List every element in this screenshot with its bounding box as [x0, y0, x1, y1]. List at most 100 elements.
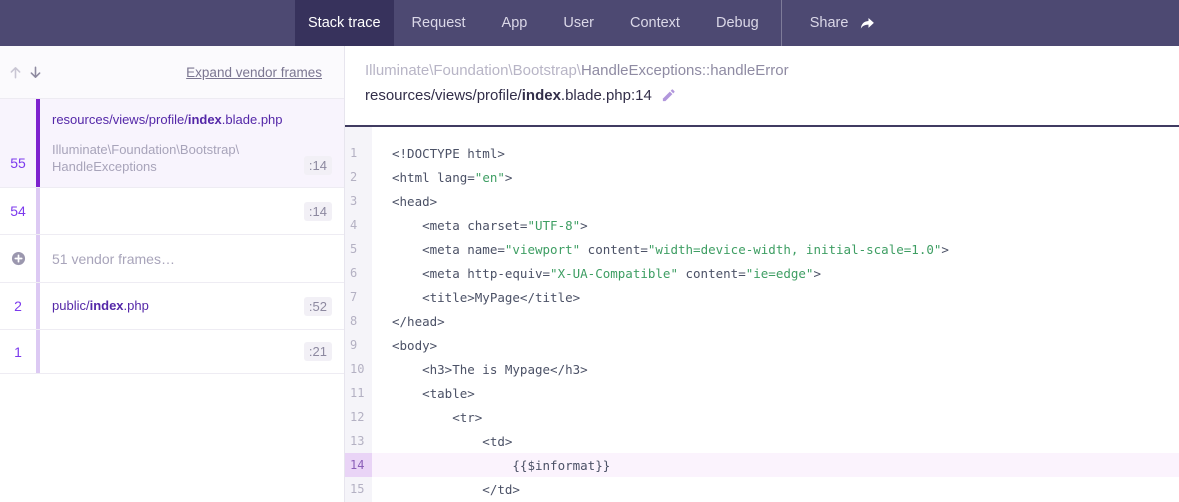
code-line-3: 3<head>	[345, 189, 1179, 213]
code-line-6: 6 <meta http-equiv="X-UA-Compatible" con…	[345, 261, 1179, 285]
gutter-cell	[345, 127, 372, 141]
nav-tabs: Stack traceRequestAppUserContextDebug	[295, 0, 777, 46]
frame-header: Illuminate\Foundation\Bootstrap\HandleEx…	[345, 46, 1179, 125]
tab-user[interactable]: User	[545, 0, 612, 46]
file-path-prefix: resources/views/profile/	[365, 87, 522, 104]
code-line-4: 4 <meta charset="UTF-8">	[345, 213, 1179, 237]
frame-content: :21	[40, 330, 344, 373]
frame-meta: public/index.php:52	[52, 297, 332, 316]
share-button[interactable]: Share	[781, 0, 897, 46]
code-text: <html lang="en">	[372, 165, 1179, 189]
vendor-frames-row[interactable]: 51 vendor frames…	[0, 235, 344, 283]
code-token: <meta name=	[392, 242, 505, 257]
code-token: <td>	[392, 434, 512, 449]
frame-number: 55	[0, 99, 36, 187]
frame-file-path: resources/views/profile/index.blade.php	[52, 112, 332, 128]
code-line-5: 5 <meta name="viewport" content="width=d…	[345, 237, 1179, 261]
frames-list: 55resources/views/profile/index.blade.ph…	[0, 99, 344, 374]
forward-arrow-icon	[859, 15, 876, 32]
stack-frame-1[interactable]: 1 :21	[0, 330, 344, 374]
code-token: <head>	[392, 194, 437, 209]
tab-stack-trace[interactable]: Stack trace	[295, 0, 394, 46]
code-line-15: 15 </td>	[345, 477, 1179, 501]
code-line-2: 2<html lang="en">	[345, 165, 1179, 189]
class-namespace: Illuminate\Foundation\Bootstrap\	[365, 62, 581, 79]
frame-number: 54	[0, 188, 36, 234]
code-token: >	[941, 242, 949, 257]
arrow-up-icon[interactable]	[8, 65, 23, 80]
code-token: <table>	[392, 386, 475, 401]
string-token: "ie=edge"	[746, 266, 814, 281]
file-path-bold: index	[522, 87, 561, 104]
code-text: <meta name="viewport" content="width=dev…	[372, 237, 1179, 261]
frame-file-suffix: .php	[124, 298, 149, 313]
code-token: <html lang=	[392, 170, 475, 185]
frame-number: 2	[0, 283, 36, 329]
frame-content: public/index.php:52	[40, 283, 344, 329]
code-cell	[372, 127, 1179, 141]
code-token: >	[813, 266, 821, 281]
method-name: HandleExceptions::handleError	[581, 62, 789, 79]
code-text: <meta http-equiv="X-UA-Compatible" conte…	[372, 261, 1179, 285]
stack-frames-sidebar: Expand vendor frames 55resources/views/p…	[0, 46, 345, 502]
tab-app[interactable]: App	[484, 0, 546, 46]
line-number: 9	[345, 333, 372, 357]
code-token: <h3>The is Mypage</h3>	[392, 362, 588, 377]
line-number: 6	[345, 261, 372, 285]
string-token: "viewport"	[505, 242, 580, 257]
pencil-icon[interactable]	[661, 88, 676, 103]
line-number-badge: :21	[304, 342, 332, 361]
top-nav: Stack traceRequestAppUserContextDebug Sh…	[0, 0, 1179, 46]
code-token: {{$informat}}	[392, 458, 610, 473]
vendor-frames-label: 51 vendor frames…	[40, 235, 344, 282]
code-text: <head>	[372, 189, 1179, 213]
frame-number: 1	[0, 330, 36, 373]
code-text: </td>	[372, 477, 1179, 501]
code-line-14: 14 {{$informat}}	[345, 453, 1179, 477]
tab-request[interactable]: Request	[394, 0, 484, 46]
line-number: 2	[345, 165, 372, 189]
string-token: "UTF-8"	[527, 218, 580, 233]
frame-file-bold: index	[188, 112, 222, 127]
code-token: content=	[678, 266, 746, 281]
code-text: <h3>The is Mypage</h3>	[372, 357, 1179, 381]
code-token: <meta http-equiv=	[392, 266, 550, 281]
code-token: <tr>	[392, 410, 482, 425]
frame-meta: Illuminate\Foundation\Bootstrap\HandleEx…	[52, 141, 332, 175]
code-text: <tr>	[372, 405, 1179, 429]
code-line-7: 7 <title>MyPage</title>	[345, 285, 1179, 309]
frame-content: :14	[40, 188, 344, 234]
line-number: 10	[345, 357, 372, 381]
code-line-1: 1<!DOCTYPE html>	[345, 141, 1179, 165]
file-path: resources/views/profile/index.blade.php:…	[365, 87, 1179, 104]
frame-content: resources/views/profile/index.blade.php I…	[40, 99, 344, 187]
sidebar-header: Expand vendor frames	[0, 46, 344, 99]
arrow-down-icon[interactable]	[28, 65, 43, 80]
string-token: "width=device-width, initial-scale=1.0"	[648, 242, 942, 257]
line-number-badge: :52	[304, 297, 332, 316]
frame-file-prefix: resources/views/profile/	[52, 112, 188, 127]
line-number: 4	[345, 213, 372, 237]
line-number: 15	[345, 477, 372, 501]
stack-frame-55[interactable]: 55resources/views/profile/index.blade.ph…	[0, 99, 344, 188]
line-number: 13	[345, 429, 372, 453]
share-label: Share	[810, 15, 849, 31]
code-token: >	[505, 170, 513, 185]
stack-frame-2[interactable]: 2public/index.php:52	[0, 283, 344, 330]
expand-vendor-frames-link[interactable]: Expand vendor frames	[186, 65, 322, 80]
tab-debug[interactable]: Debug	[698, 0, 777, 46]
main-panel: Illuminate\Foundation\Bootstrap\HandleEx…	[345, 46, 1179, 502]
frame-file-suffix: .blade.php	[222, 112, 283, 127]
frame-meta: :21	[52, 342, 332, 361]
code-line-13: 13 <td>	[345, 429, 1179, 453]
line-number: 1	[345, 141, 372, 165]
frame-class-line1: Illuminate\Foundation\Bootstrap\	[52, 141, 304, 158]
code-text: <title>MyPage</title>	[372, 285, 1179, 309]
code-text: <meta charset="UTF-8">	[372, 213, 1179, 237]
code-line-9: 9 <body>	[345, 333, 1179, 357]
string-token: "X-UA-Compatible"	[550, 266, 678, 281]
code-token: <body>	[392, 338, 437, 353]
stack-frame-54[interactable]: 54:14	[0, 188, 344, 235]
line-number: 7	[345, 285, 372, 309]
tab-context[interactable]: Context	[612, 0, 698, 46]
